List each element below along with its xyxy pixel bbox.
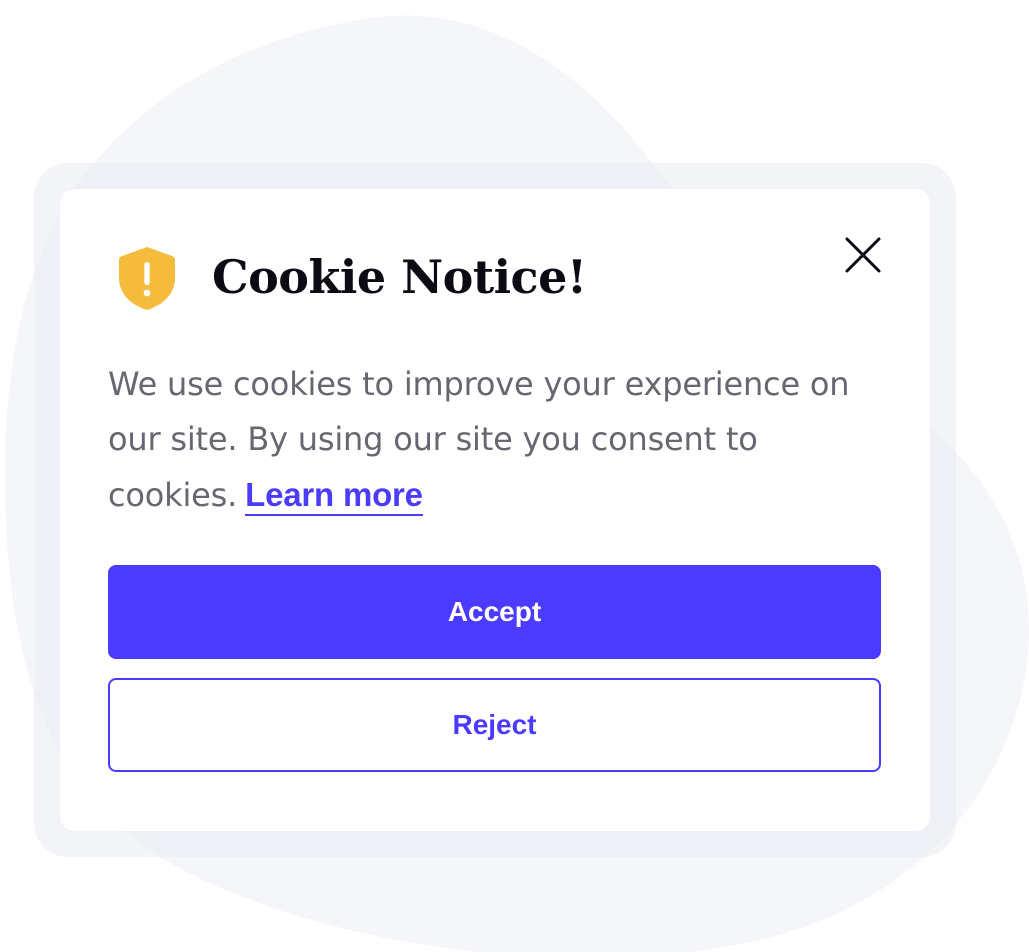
accept-button[interactable]: Accept	[108, 565, 881, 659]
reject-button[interactable]: Reject	[108, 678, 881, 772]
dialog-message: We use cookies to improve your experienc…	[108, 357, 868, 523]
close-icon	[845, 237, 881, 273]
cookie-notice-illustration: Cookie Notice! We use cookies to improve…	[0, 0, 1029, 952]
shield-warning-icon	[119, 247, 175, 310]
dialog-message-text: We use cookies to improve your experienc…	[108, 365, 850, 514]
close-button[interactable]	[838, 230, 888, 280]
learn-more-link[interactable]: Learn more	[245, 476, 423, 516]
dialog-title: Cookie Notice!	[212, 250, 587, 304]
